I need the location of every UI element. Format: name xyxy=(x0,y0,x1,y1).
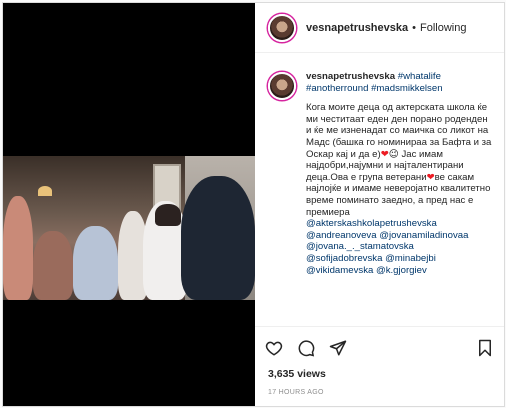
comment-icon[interactable] xyxy=(297,339,315,357)
caption-section: vesnapetrushevska #whatalife #anotherrou… xyxy=(255,53,504,326)
post-media[interactable] xyxy=(3,3,255,406)
share-icon[interactable] xyxy=(329,339,347,357)
caption-username[interactable]: vesnapetrushevska xyxy=(306,71,395,82)
post-timestamp[interactable]: 17 HOURS AGO xyxy=(255,384,504,406)
header-username[interactable]: vesnapetrushevska xyxy=(306,22,408,34)
video-lamp xyxy=(38,186,52,196)
wink-emoji-icon: 😉 xyxy=(388,148,399,160)
mention-line[interactable]: @sofijadobrevska @minabejbi xyxy=(306,253,492,265)
video-person xyxy=(3,196,33,300)
video-person xyxy=(73,226,118,300)
mention-line[interactable]: @akterskashkolapetrushevska xyxy=(306,218,492,230)
separator-dot: • xyxy=(412,21,416,34)
video-person xyxy=(155,204,181,226)
following-button[interactable]: Following xyxy=(420,22,466,34)
video-frame[interactable] xyxy=(3,156,255,300)
caption-text-1: Кога моите деца од актерската школа ќе м… xyxy=(306,102,492,160)
heart-emoji-icon: ❤ xyxy=(426,171,435,183)
caption-body: Кога моите деца од актерската школа ќе м… xyxy=(306,102,492,218)
mention-line[interactable]: @andreanoveva @jovanamiladinovaa xyxy=(306,230,492,242)
mention-line[interactable]: @vikidamevska @k.gjorgiev xyxy=(306,265,492,277)
caption: vesnapetrushevska #whatalife #anotherrou… xyxy=(306,71,492,326)
mention-line[interactable]: @jovana._._stamatovska xyxy=(306,241,492,253)
heart-emoji-icon: ❤ xyxy=(380,148,389,160)
bookmark-icon[interactable] xyxy=(476,339,494,357)
heart-icon[interactable] xyxy=(265,339,283,357)
video-person xyxy=(181,176,255,300)
post-sidebar: vesnapetrushevska • Following vesnapetru… xyxy=(255,3,504,406)
video-person xyxy=(33,231,73,300)
caption-mentions: @akterskashkolapetrushevska @andreanovev… xyxy=(306,218,492,276)
avatar[interactable] xyxy=(268,13,296,42)
instagram-post: vesnapetrushevska • Following vesnapetru… xyxy=(2,2,505,407)
post-header: vesnapetrushevska • Following xyxy=(255,3,504,53)
avatar[interactable] xyxy=(268,72,296,100)
action-bar xyxy=(255,326,504,368)
view-count[interactable]: 3,635 views xyxy=(255,368,504,384)
